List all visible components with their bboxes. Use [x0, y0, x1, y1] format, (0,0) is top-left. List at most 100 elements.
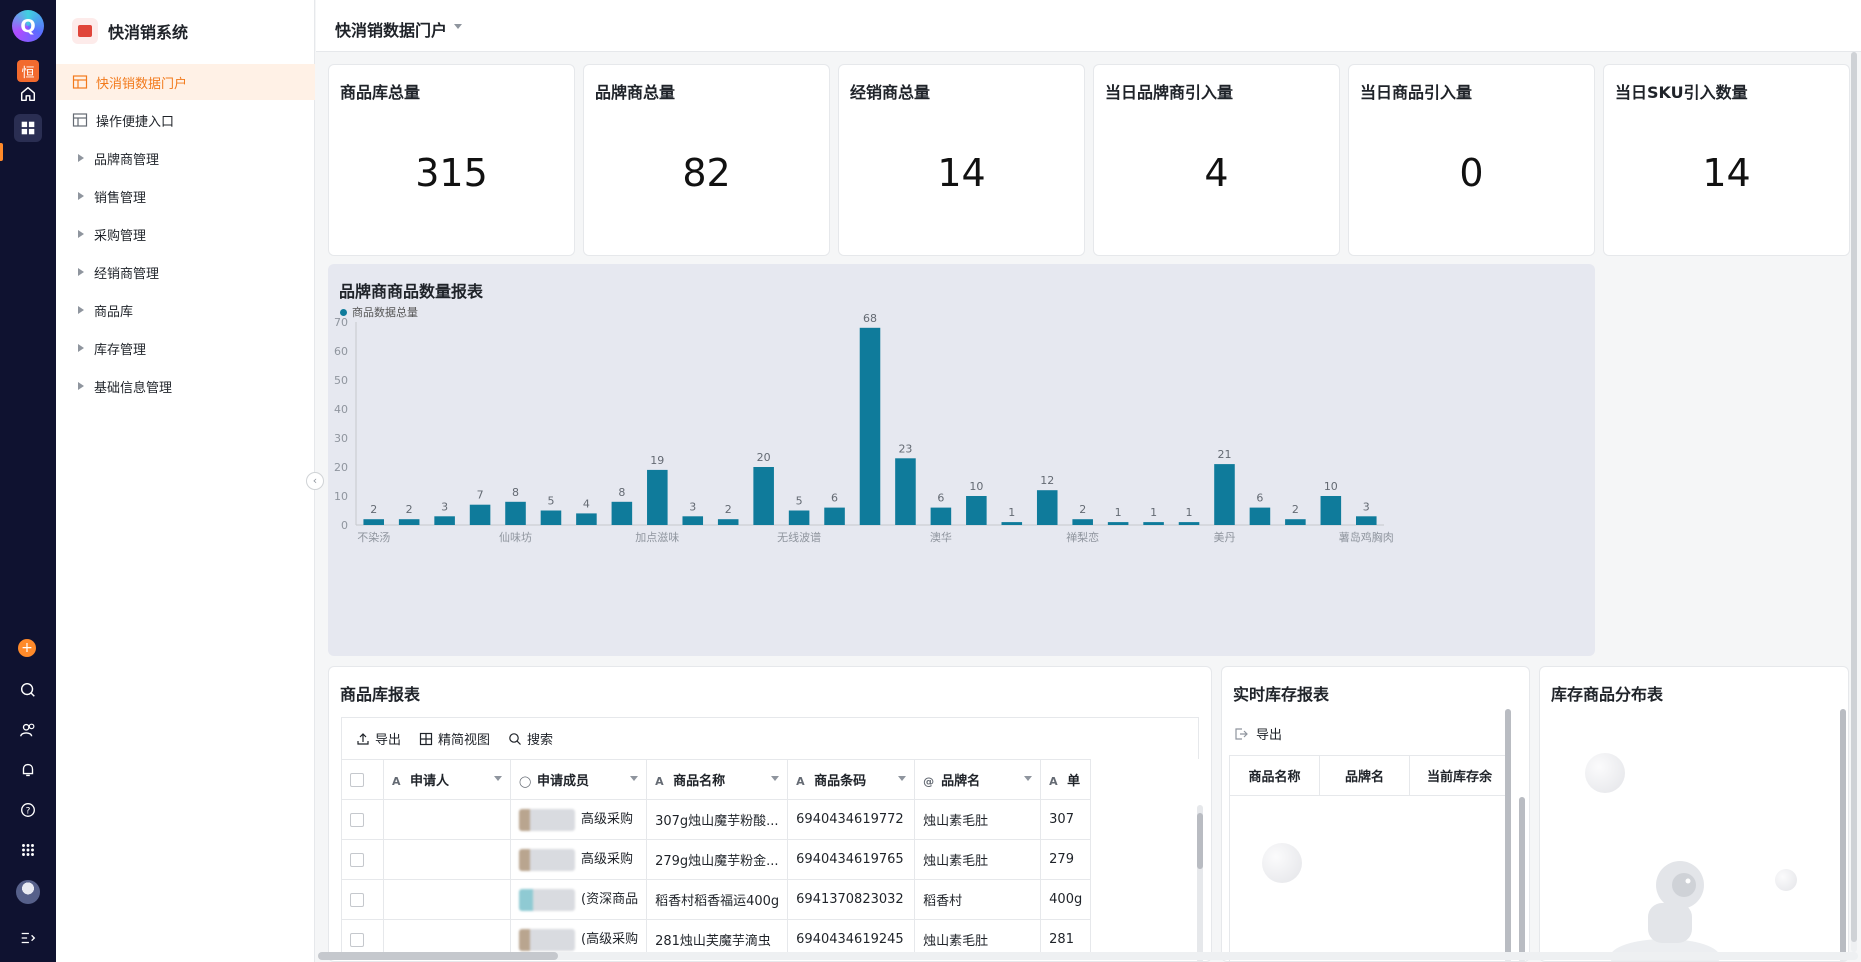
column-header[interactable]: 品牌名 — [1319, 755, 1410, 796]
column-header[interactable]: 当前库存余 — [1409, 755, 1510, 796]
bar[interactable] — [1214, 464, 1235, 525]
bar[interactable] — [1036, 490, 1058, 525]
app-badge[interactable]: 恒 — [17, 60, 39, 82]
chevron-down-icon[interactable] — [1024, 776, 1033, 781]
bar[interactable] — [505, 501, 526, 525]
bar[interactable] — [1285, 519, 1306, 525]
column-header[interactable]: A 商品条码 — [787, 759, 916, 800]
bar[interactable] — [611, 501, 633, 525]
panel-scrollbar[interactable] — [1505, 709, 1511, 961]
search-icon[interactable] — [14, 676, 42, 704]
bar[interactable] — [1320, 496, 1342, 525]
cell-barcode[interactable]: 6940434619765 — [787, 839, 916, 880]
bar[interactable] — [1143, 522, 1164, 525]
table-scrollbar[interactable] — [1197, 805, 1203, 961]
bar[interactable] — [1355, 516, 1377, 525]
bell-icon[interactable] — [14, 756, 42, 784]
sidebar-item-dealer-management[interactable]: 经销商管理 — [56, 254, 315, 290]
export-button[interactable]: 导出 — [356, 729, 401, 748]
table-row[interactable]: 高级采购 307g烛山魔芋粉酸... 6940434619772 烛山素毛肚 3… — [341, 799, 1092, 840]
sidebar-item-basic-info[interactable]: 基础信息管理 — [56, 368, 315, 404]
cell-applicant[interactable] — [383, 839, 511, 880]
chevron-down-icon[interactable] — [454, 24, 462, 29]
cell-product-name[interactable]: 279g烛山魔芋粉金... — [646, 839, 789, 880]
cell-product-name[interactable]: 307g烛山魔芋粉酸... — [646, 799, 789, 840]
search-button[interactable]: 搜索 — [508, 729, 553, 748]
sidebar-item-shortcuts[interactable]: 操作便捷入口 — [56, 102, 315, 138]
bar[interactable] — [576, 513, 597, 525]
collapse-sidebar-button[interactable]: ‹ — [306, 472, 324, 490]
chevron-down-icon[interactable] — [771, 776, 780, 781]
bar[interactable] — [895, 458, 916, 525]
bar[interactable] — [434, 516, 455, 525]
help-icon[interactable]: ? — [14, 796, 42, 824]
app-logo[interactable]: Q — [12, 10, 44, 42]
bar[interactable] — [682, 516, 704, 525]
cell-applicant[interactable] — [383, 879, 511, 920]
cell-barcode[interactable]: 6941370823032 — [787, 879, 916, 920]
row-checkbox[interactable] — [341, 839, 384, 880]
cell-brand[interactable]: 烛山素毛肚 — [914, 799, 1042, 840]
cell-unit[interactable]: 307 — [1040, 799, 1092, 840]
bar[interactable] — [1178, 522, 1200, 525]
horizontal-scrollbar[interactable] — [318, 952, 1858, 960]
cell-brand[interactable]: 烛山素毛肚 — [914, 839, 1042, 880]
sidebar-item-purchase-management[interactable]: 采购管理 — [56, 216, 315, 252]
bar[interactable] — [647, 469, 668, 525]
bar[interactable] — [398, 519, 420, 525]
bar[interactable] — [1072, 519, 1093, 525]
cell-member[interactable]: 高级采购 — [509, 799, 648, 840]
contacts-icon[interactable] — [14, 716, 42, 744]
expand-icon[interactable] — [14, 924, 42, 952]
add-circle-icon[interactable]: + — [18, 639, 36, 657]
cell-member[interactable]: 高级采购 — [509, 839, 648, 880]
table-row[interactable]: (资深商品 稻香村稻香福运400g 6941370823032 稻香村 400g — [341, 879, 1092, 920]
cell-applicant[interactable] — [383, 799, 511, 840]
cell-barcode[interactable]: 6940434619772 — [787, 799, 916, 840]
avatar[interactable] — [16, 880, 40, 904]
column-header[interactable]: @ 品牌名 — [914, 759, 1042, 800]
sidebar-item-product-library[interactable]: 商品库 — [56, 292, 315, 328]
bar[interactable] — [1001, 522, 1023, 525]
bar[interactable] — [824, 507, 845, 525]
bar[interactable] — [540, 510, 562, 526]
chevron-down-icon[interactable] — [630, 776, 639, 781]
bar[interactable] — [753, 467, 774, 525]
bar[interactable] — [788, 510, 810, 526]
column-header[interactable]: 商品名称 — [1229, 755, 1320, 796]
sidebar-item-brand-management[interactable]: 品牌商管理 — [56, 140, 315, 176]
page-scrollbar[interactable] — [1851, 52, 1857, 952]
column-header[interactable]: A 申请人 — [383, 759, 511, 800]
sidebar-item-inventory-management[interactable]: 库存管理 — [56, 330, 315, 366]
bar[interactable] — [966, 496, 987, 525]
home-icon[interactable] — [14, 80, 42, 108]
chevron-down-icon[interactable] — [898, 776, 907, 781]
cell-unit[interactable]: 279 — [1040, 839, 1092, 880]
column-header[interactable]: A单 — [1040, 759, 1092, 800]
table-scrollbar[interactable] — [1519, 797, 1525, 961]
bar[interactable] — [859, 327, 881, 525]
bar[interactable] — [1249, 507, 1271, 525]
panel-scrollbar[interactable] — [1840, 709, 1846, 961]
cell-member[interactable]: (资深商品 — [509, 879, 648, 920]
cell-unit[interactable]: 400g — [1040, 879, 1092, 920]
bar[interactable] — [469, 504, 491, 525]
column-header[interactable]: A 商品名称 — [646, 759, 789, 800]
apps-icon[interactable] — [14, 836, 42, 864]
sidebar-item-data-portal[interactable]: 快消销数据门户 — [56, 64, 315, 100]
chevron-down-icon[interactable] — [494, 776, 502, 781]
compact-view-button[interactable]: 精简视图 — [419, 729, 490, 748]
bar[interactable] — [717, 519, 739, 525]
column-header[interactable]: ◯ 申请成员 — [509, 759, 648, 800]
grid-apps-icon[interactable] — [14, 114, 42, 142]
table-row[interactable]: 高级采购 279g烛山魔芋粉金... 6940434619765 烛山素毛肚 2… — [341, 839, 1092, 880]
row-checkbox[interactable] — [341, 799, 384, 840]
sidebar-item-sales-management[interactable]: 销售管理 — [56, 178, 315, 214]
bar[interactable] — [930, 507, 952, 525]
bar[interactable] — [1107, 522, 1129, 525]
chart-legend[interactable]: 商品数据总量 — [340, 304, 418, 320]
cell-product-name[interactable]: 稻香村稻香福运400g — [646, 879, 789, 920]
bar[interactable] — [363, 519, 385, 525]
cell-brand[interactable]: 稻香村 — [914, 879, 1042, 920]
select-all-checkbox[interactable] — [341, 759, 384, 800]
